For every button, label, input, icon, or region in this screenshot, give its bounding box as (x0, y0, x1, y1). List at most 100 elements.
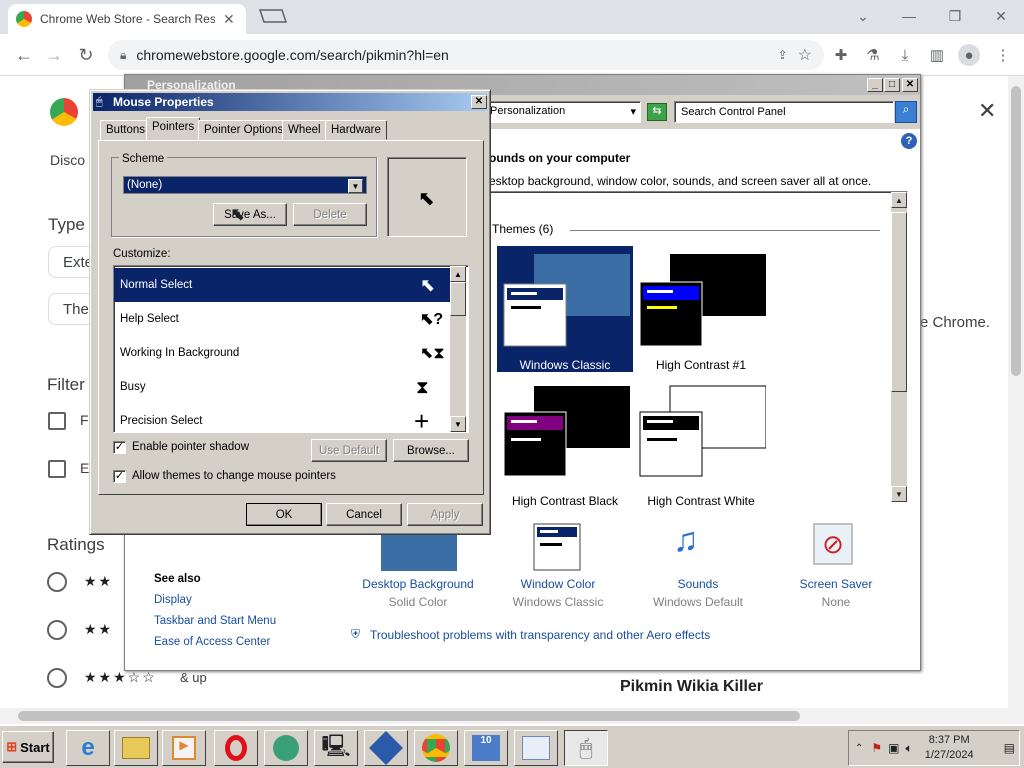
pointer-help-select[interactable]: Help Select ⬉? (114, 302, 450, 336)
theme-list-scrollbar[interactable]: ▲ ▼ (891, 192, 907, 502)
sounds-icon[interactable]: ♫ (673, 521, 699, 560)
scheme-select[interactable]: (None) ▼ (123, 176, 367, 194)
side-panel-icon[interactable]: ▥ (926, 44, 948, 66)
scheme-dropdown-icon[interactable]: ▼ (348, 179, 363, 193)
cp-breadcrumb[interactable]: Personalization ▾ (485, 101, 641, 123)
horizontal-scroll-thumb[interactable] (18, 711, 800, 721)
network-icon[interactable]: ⚑ (871, 741, 882, 755)
pointer-precision-select[interactable]: Precision Select + (114, 404, 450, 433)
ease-of-access-link[interactable]: Ease of Access Center (154, 636, 270, 648)
restore-icon[interactable]: ❐ (932, 2, 978, 30)
scroll-thumb[interactable] (891, 212, 907, 392)
cp-maximize-icon[interactable]: □ (884, 78, 900, 92)
browser-tab[interactable]: Chrome Web Store - Search Res ✕ (8, 4, 246, 34)
cancel-button[interactable]: Cancel (326, 503, 402, 526)
breadcrumb-dropdown-icon[interactable]: ▾ (630, 105, 636, 119)
screen-saver-icon[interactable]: ⊘ (813, 523, 853, 565)
enable-shadow-checkbox[interactable]: ✓ (113, 441, 126, 454)
theme-high-contrast-black[interactable]: High Contrast Black (497, 382, 633, 508)
vertical-scroll-thumb[interactable] (1011, 86, 1021, 376)
tab-buttons[interactable]: Buttons (100, 120, 151, 140)
troubleshoot-link[interactable]: Troubleshoot problems with transparency … (370, 628, 710, 642)
taskbar-control-panel-icon[interactable] (514, 730, 558, 766)
show-desktop-icon[interactable]: ▤ (1004, 741, 1015, 755)
taskbar-opera-icon[interactable] (214, 730, 258, 766)
tab-wheel[interactable]: Wheel (282, 120, 327, 140)
list-scroll-up-icon[interactable]: ▲ (450, 266, 466, 282)
taskbar-mouse-properties-icon[interactable]: 🖱︎ (564, 730, 608, 766)
tab-search-icon[interactable]: ⌄ (840, 2, 886, 30)
screen-saver-link[interactable]: Screen Saver (773, 577, 899, 591)
pointer-working-background[interactable]: Working In Background ⬉⧗ (114, 336, 450, 370)
share-icon[interactable]: ⇪ (778, 48, 788, 62)
rating-radio-3a[interactable] (47, 620, 67, 640)
reload-icon[interactable]: ↻ (72, 41, 100, 69)
taskbar-chrome-icon[interactable] (414, 730, 458, 766)
taskbar-ie-icon[interactable]: e (66, 730, 110, 766)
pointer-normal-select[interactable]: Normal Select ⬉ (114, 268, 450, 302)
taskbar-app-icon[interactable] (264, 730, 308, 766)
taskbar-start-menu-link[interactable]: Taskbar and Start Menu (154, 615, 276, 627)
ok-button[interactable]: OK (246, 503, 322, 526)
store-logo-icon[interactable] (50, 98, 78, 126)
close-search-icon[interactable]: ✕ (978, 98, 996, 124)
use-default-button[interactable]: Use Default (311, 439, 387, 462)
close-tab-icon[interactable]: ✕ (223, 11, 235, 28)
list-scroll-down-icon[interactable]: ▼ (450, 416, 466, 432)
allow-themes-checkbox[interactable]: ✓ (113, 470, 126, 483)
forward-icon[interactable]: → (40, 41, 68, 69)
tray-expand-icon[interactable]: ⌃ (855, 743, 863, 754)
page-vertical-scrollbar[interactable] (1008, 76, 1024, 708)
filter-checkbox-2[interactable] (48, 460, 66, 478)
help-icon[interactable]: ? (901, 133, 917, 149)
list-scroll-thumb[interactable] (450, 282, 466, 316)
discover-link[interactable]: Disco (50, 152, 85, 168)
pointer-list-scrollbar[interactable]: ▲ ▼ (450, 266, 466, 432)
pointer-busy[interactable]: Busy ⧗ (114, 370, 450, 404)
extensions-icon[interactable]: ✚ (830, 44, 852, 66)
mp-close-icon[interactable]: ✕ (471, 95, 487, 109)
taskbar-winver-icon[interactable]: 10 (464, 730, 508, 766)
theme-high-contrast-1[interactable]: High Contrast #1 (633, 246, 769, 372)
clock[interactable]: 8:37 PM 1/27/2024 (925, 733, 974, 763)
bookmark-star-icon[interactable]: ☆ (798, 45, 812, 65)
close-window-icon[interactable]: ✕ (978, 2, 1024, 30)
display-link[interactable]: Display (154, 594, 192, 606)
browse-button[interactable]: Browse... (393, 439, 469, 462)
rating-radio-3[interactable] (47, 668, 67, 688)
search-control-panel-input[interactable]: Search Control Panel (674, 101, 894, 123)
menu-kebab-icon[interactable]: ⋮ (992, 44, 1014, 66)
filter-checkbox-1[interactable] (48, 412, 66, 430)
back-icon[interactable]: ← (10, 41, 38, 69)
delete-button[interactable]: Delete (293, 203, 367, 226)
profile-avatar-icon[interactable]: ● (958, 44, 980, 66)
tab-pointer-options[interactable]: Pointer Options (198, 120, 290, 140)
theme-high-contrast-white[interactable]: High Contrast White (633, 382, 769, 508)
taskbar-media-player-icon[interactable]: ▶ (162, 730, 206, 766)
refresh-icon[interactable]: ⇆ (647, 103, 667, 121)
desktop-background-link[interactable]: Desktop Background (355, 577, 481, 591)
window-color-icon[interactable] (533, 523, 583, 571)
download-icon[interactable]: ⤓ (894, 44, 916, 66)
taskbar-virtualbox-icon[interactable] (364, 730, 408, 766)
window-color-link[interactable]: Window Color (495, 577, 621, 591)
new-tab-icon[interactable] (256, 8, 288, 24)
scroll-down-icon[interactable]: ▼ (891, 486, 907, 502)
volume-icon[interactable]: 🔈︎ (906, 741, 913, 756)
search-icon[interactable]: ⌕ (895, 101, 917, 123)
start-button[interactable]: ⊞ Start (2, 731, 54, 763)
cp-close-icon[interactable]: ✕ (902, 78, 918, 92)
taskbar-computer-icon[interactable]: 🖳︎ (314, 730, 358, 766)
address-bar[interactable]: 🔒︎ chromewebstore.google.com/search/pikm… (108, 40, 824, 70)
rating-radio-4[interactable] (47, 572, 67, 592)
result-title[interactable]: Pikmin Wikia Killer (620, 678, 763, 696)
apply-button[interactable]: Apply (407, 503, 483, 526)
monitor-icon[interactable]: ▣ (888, 741, 899, 755)
scroll-up-icon[interactable]: ▲ (891, 192, 907, 208)
minimize-icon[interactable]: — (886, 2, 932, 30)
cp-minimize-icon[interactable]: _ (867, 78, 883, 92)
theme-windows-classic[interactable]: Windows Classic (497, 246, 633, 372)
labs-icon[interactable]: ⚗ (862, 44, 884, 66)
sounds-link[interactable]: Sounds (635, 577, 761, 591)
page-horizontal-scrollbar[interactable] (0, 708, 1024, 724)
